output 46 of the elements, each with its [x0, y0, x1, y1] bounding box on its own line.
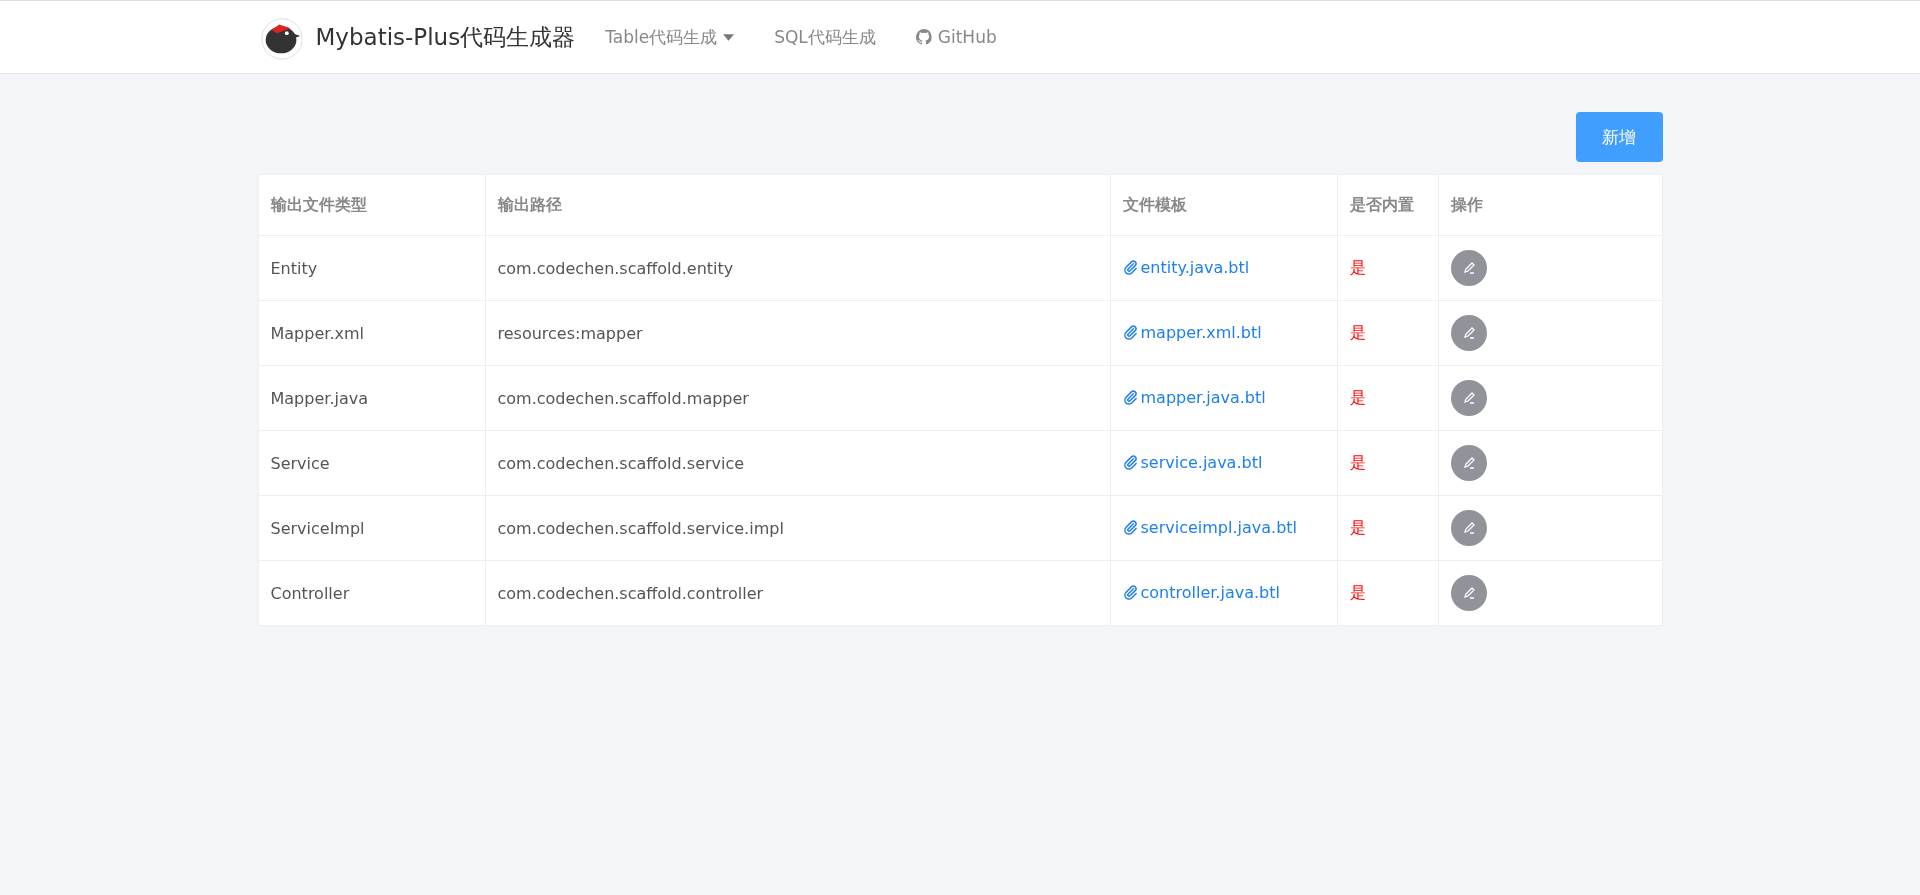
table-cell: com.codechen.scaffold.mapper [485, 365, 1110, 431]
table-cell: Service [258, 430, 485, 496]
column-header: 输出文件类型 [258, 174, 485, 236]
column-header: 输出路径 [485, 174, 1110, 236]
table-cell: com.codechen.scaffold.service.impl [485, 495, 1110, 561]
table-cell: com.codechen.scaffold.entity [485, 235, 1110, 301]
edit-button[interactable] [1450, 445, 1487, 481]
edit-button[interactable] [1450, 315, 1487, 351]
nav-link[interactable]: SQL代码生成 [774, 25, 876, 49]
table-cell: ServiceImpl [258, 495, 485, 561]
template-link[interactable]: mapper.java.btl [1122, 387, 1266, 407]
template-link[interactable]: entity.java.btl [1122, 257, 1250, 277]
edit-button[interactable] [1450, 510, 1487, 546]
edit-button[interactable] [1450, 575, 1487, 611]
table-cell: Controller [258, 560, 485, 626]
table-cell: com.codechen.scaffold.controller [485, 560, 1110, 626]
edit-button[interactable] [1450, 250, 1487, 286]
table-cell: Entity [258, 235, 485, 301]
column-header: 文件模板 [1110, 174, 1337, 236]
paperclip-icon [1122, 454, 1138, 470]
column-header: 是否内置 [1337, 174, 1438, 236]
column-header: 操作 [1438, 174, 1662, 236]
paperclip-icon [1122, 584, 1138, 600]
paperclip-icon [1122, 259, 1138, 275]
template-link[interactable]: service.java.btl [1122, 452, 1263, 472]
builtin-value: 是 [1349, 387, 1366, 407]
builtin-value: 是 [1349, 517, 1366, 537]
brand-title[interactable]: Mybatis-Plus代码生成器 [315, 21, 576, 53]
nav-link[interactable]: Table代码生成 [605, 25, 735, 49]
builtin-value: 是 [1349, 452, 1366, 472]
paperclip-icon [1122, 389, 1138, 405]
github-icon [915, 29, 932, 45]
table-cell: Mapper.xml [258, 300, 485, 366]
edit-button[interactable] [1450, 380, 1487, 416]
template-link[interactable]: mapper.xml.btl [1122, 322, 1262, 342]
table-cell: com.codechen.scaffold.service [485, 430, 1110, 496]
caret-icon [723, 33, 735, 41]
table-cell: resources:mapper [485, 300, 1110, 366]
paperclip-icon [1122, 519, 1138, 535]
table-cell: Mapper.java [258, 365, 485, 431]
paperclip-icon [1122, 324, 1138, 340]
nav-link[interactable]: GitHub [915, 27, 997, 47]
builtin-value: 是 [1349, 257, 1366, 277]
builtin-value: 是 [1349, 582, 1366, 602]
add-button[interactable]: 新增 [1575, 112, 1663, 162]
builtin-value: 是 [1349, 322, 1366, 342]
